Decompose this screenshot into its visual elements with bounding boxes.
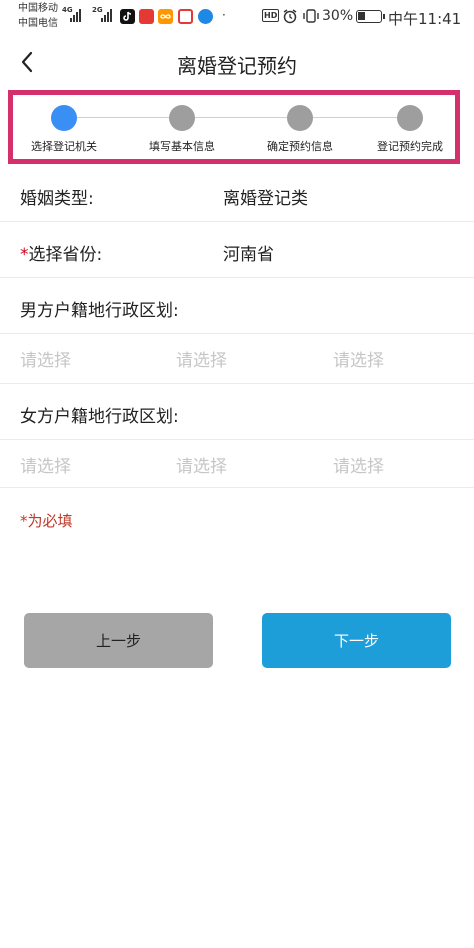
infinity-app-icon	[158, 9, 173, 24]
required-note: *为必填	[20, 512, 73, 530]
battery-icon	[356, 10, 385, 23]
marriage-type-value: 离婚登记类	[223, 189, 308, 209]
globe-app-icon	[198, 9, 213, 24]
province-select[interactable]: 河南省	[223, 240, 274, 265]
marriage-type-label: 婚姻类型:	[20, 189, 94, 209]
required-mark: *	[20, 245, 29, 265]
signal-icon-2	[101, 8, 112, 22]
steps-connector-line	[68, 117, 405, 118]
step-label: 选择登记机关	[31, 140, 97, 153]
male-province-select[interactable]: 请选择	[20, 346, 71, 371]
step-fill-info: 填写基本信息	[132, 105, 232, 154]
step-label: 登记预约完成	[377, 140, 443, 153]
female-region-label: 女方户籍地行政区划:	[20, 407, 179, 427]
page-header: 离婚登记预约	[0, 40, 474, 88]
page-title: 离婚登记预约	[177, 54, 297, 78]
next-step-button[interactable]: 下一步	[262, 613, 451, 668]
female-district-select[interactable]: 请选择	[333, 452, 384, 477]
previous-step-button[interactable]: 上一步	[24, 613, 213, 668]
dot-indicator: ·	[222, 8, 226, 22]
step-label: 填写基本信息	[149, 140, 215, 153]
tiktok-app-icon	[120, 9, 135, 24]
vibrate-icon	[302, 8, 320, 28]
carrier-2-label: 中国电信	[18, 18, 58, 29]
marriage-type-row: 婚姻类型: 离婚登记类	[0, 168, 474, 222]
male-region-selects: 请选择 请选择 请选择	[0, 334, 474, 384]
male-region-label-row: 男方户籍地行政区划:	[0, 278, 474, 334]
alarm-icon	[282, 8, 298, 28]
step-complete: 登记预约完成	[360, 105, 460, 154]
female-city-select[interactable]: 请选择	[176, 452, 227, 477]
signal-icon-1	[70, 8, 81, 22]
female-region-selects: 请选择 请选择 请选择	[0, 440, 474, 488]
status-bar: 中国移动 中国电信 4G 2G · HD 30% 中午11:41	[0, 0, 474, 34]
female-province-select[interactable]: 请选择	[20, 452, 71, 477]
step-dot	[169, 105, 195, 131]
male-district-select[interactable]: 请选择	[333, 346, 384, 371]
province-row[interactable]: *选择省份: 河南省	[0, 222, 474, 278]
clock-time: 中午11:41	[388, 10, 462, 28]
app-icon-red-outline	[178, 9, 193, 24]
step-label: 确定预约信息	[267, 140, 333, 153]
step-dot-active	[51, 105, 77, 131]
step-select-office: 选择登记机关	[14, 105, 114, 154]
province-label: *选择省份:	[20, 240, 102, 265]
battery-percent: 30%	[322, 8, 354, 24]
male-region-label: 男方户籍地行政区划:	[20, 301, 179, 321]
news-app-icon	[139, 9, 154, 24]
male-city-select[interactable]: 请选择	[176, 346, 227, 371]
step-dot	[397, 105, 423, 131]
hd-icon: HD	[262, 9, 280, 22]
carrier-1-label: 中国移动	[18, 3, 58, 14]
female-region-label-row: 女方户籍地行政区划:	[0, 384, 474, 440]
progress-steps: 选择登记机关 填写基本信息 确定预约信息 登记预约完成	[8, 90, 460, 164]
step-dot	[287, 105, 313, 131]
step-confirm-info: 确定预约信息	[250, 105, 350, 154]
province-label-text: 选择省份:	[28, 245, 103, 265]
